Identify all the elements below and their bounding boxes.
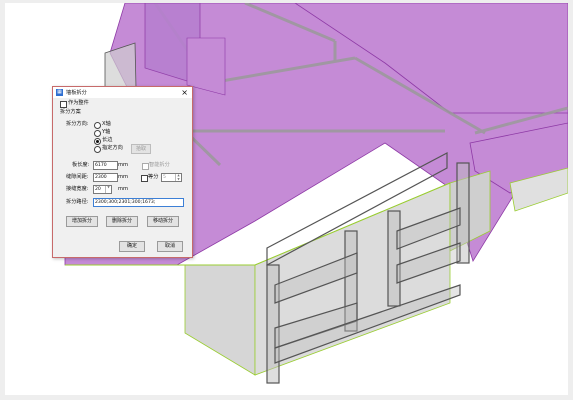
split-path-label: 拆分路径: <box>66 199 89 205</box>
direction-x-label: X轴 <box>102 121 111 127</box>
direction-long-label: 长边 <box>102 137 113 143</box>
ok-button[interactable]: 确定 <box>119 241 145 252</box>
exterior-wall-left <box>184 264 256 376</box>
cancel-button[interactable]: 取消 <box>157 241 183 252</box>
split-path-field[interactable]: 2300;300;2301;300;1673; <box>93 198 184 207</box>
direction-y-radio[interactable] <box>94 130 101 137</box>
section-label: 拆分方案 <box>60 109 81 115</box>
direction-custom-label: 指定方向 <box>102 145 123 151</box>
dialog-titlebar: ▦ 墙板拆分 × <box>53 87 192 98</box>
equal-stepper[interactable]: ▲ ▼ <box>175 173 181 181</box>
panel-width-label: 板长度: <box>72 162 90 168</box>
direction-x-radio[interactable] <box>94 122 101 129</box>
close-icon[interactable]: × <box>181 87 188 98</box>
gap-label: 接缝宽度: <box>66 186 89 192</box>
as-component-checkbox[interactable] <box>60 101 67 108</box>
equal-checkbox[interactable] <box>141 175 148 182</box>
add-split-button[interactable]: 增加拆分 <box>66 216 98 227</box>
gap-dropdown-icon[interactable]: ▼ <box>105 185 111 193</box>
as-component-label: 作为整件 <box>68 100 89 106</box>
smart-split-label: 智能拆分 <box>149 162 170 168</box>
equal-label: 等分 <box>148 174 159 180</box>
panel-width-field[interactable]: 6170 <box>93 161 118 170</box>
app-icon: ▦ <box>56 89 63 96</box>
unit-label-3: mm <box>118 186 129 192</box>
delete-split-button[interactable]: 删除拆分 <box>106 216 138 227</box>
seam-width-field[interactable]: 2300 <box>93 173 118 182</box>
split-dialog: ▦ 墙板拆分 × 作为整件 拆分方案 拆分方向: X轴 Y轴 长边 指定方向 拾… <box>52 86 193 258</box>
direction-y-label: Y轴 <box>102 129 111 135</box>
smart-split-checkbox[interactable] <box>142 163 149 170</box>
pick-button[interactable]: 拾取 <box>131 144 151 154</box>
unit-label-1: mm <box>118 162 129 168</box>
direction-custom-radio[interactable] <box>94 146 101 153</box>
move-split-button[interactable]: 移动拆分 <box>147 216 179 227</box>
direction-long-radio[interactable] <box>94 138 101 145</box>
dialog-title: 墙板拆分 <box>66 90 87 96</box>
seam-width-label: 缝隙间距: <box>66 174 89 180</box>
direction-label: 拆分方向: <box>66 121 89 127</box>
unit-label-2: mm <box>118 174 129 180</box>
